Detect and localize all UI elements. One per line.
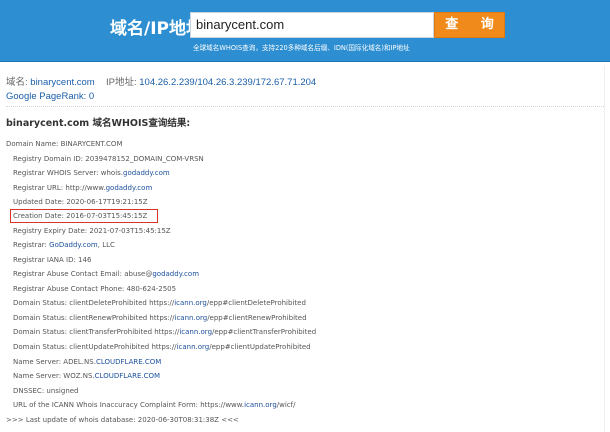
whois-registry-domain-id: Registry Domain ID: 2039478152_DOMAIN_CO… xyxy=(13,155,204,163)
domain-value[interactable]: binarycent.com xyxy=(30,77,94,88)
whois-domain-name: Domain Name: BINARYCENT.COM xyxy=(6,140,123,148)
whois-abuse-phone: Registrar Abuse Contact Phone: 480-624-2… xyxy=(13,285,177,293)
ip-value[interactable]: 104.26.2.239/104.26.3.239/172.67.71.204 xyxy=(139,77,316,88)
whois-status-delete: Domain Status: clientDeleteProhibited ht… xyxy=(13,299,306,307)
creation-date-highlight xyxy=(10,209,158,223)
pagerank-row: Google PageRank: 0 xyxy=(6,90,316,104)
registrar-link[interactable]: GoDaddy.com xyxy=(49,241,98,249)
abuse-email-link[interactable]: godaddy.com xyxy=(152,270,199,278)
divider xyxy=(6,106,604,107)
whois-status-renew: Domain Status: clientRenewProhibited htt… xyxy=(13,314,307,322)
ip-label: IP地址: xyxy=(105,77,137,88)
pagerank-label: Google PageRank: xyxy=(6,91,87,102)
registrar-url-link[interactable]: godaddy.com xyxy=(106,184,153,192)
domain-search-input[interactable]: binarycent.com xyxy=(190,12,434,38)
complaint-form-link[interactable]: icann.org xyxy=(244,401,277,409)
domain-info: 域名: binarycent.com IP地址: 104.26.2.239/10… xyxy=(6,76,316,104)
status-update-link[interactable]: icann.org xyxy=(177,343,210,351)
whois-status-transfer: Domain Status: clientTransferProhibited … xyxy=(13,328,317,336)
whois-dnssec: DNSSEC: unsigned xyxy=(13,387,79,395)
status-delete-link[interactable]: icann.org xyxy=(174,299,207,307)
domain-label: 域名: xyxy=(6,77,28,88)
whois-status-update: Domain Status: clientUpdateProhibited ht… xyxy=(13,343,311,351)
status-transfer-link[interactable]: icann.org xyxy=(179,328,212,336)
domain-ip-row: 域名: binarycent.com IP地址: 104.26.2.239/10… xyxy=(6,76,316,90)
query-button[interactable]: 查 询 xyxy=(434,12,505,38)
whois-updated-date: Updated Date: 2020-06-17T19:21:15Z xyxy=(13,198,148,206)
name-server-1-link[interactable]: CLOUDFLARE.COM xyxy=(96,358,161,366)
whois-abuse-email-line: Registrar Abuse Contact Email: abuse@god… xyxy=(13,270,200,278)
result-title: binarycent.com 域名WHOIS查询结果: xyxy=(6,118,191,129)
whois-server-line: Registrar WHOIS Server: whois.godaddy.co… xyxy=(13,169,170,177)
whois-iana-id: Registrar IANA ID: 146 xyxy=(13,256,92,264)
whois-name-server-1: Name Server: ADEL.NS.CLOUDFLARE.COM xyxy=(13,358,162,366)
whois-last-update: >>> Last update of whois database: 2020-… xyxy=(6,416,239,424)
header-bar: 域名/IP地址: binarycent.com 查 询 全球域名WHOIS查询，… xyxy=(0,0,610,62)
header-subtitle: 全球域名WHOIS查询，支持220多种域名后缀、IDN(国际化域名)和IP地址 xyxy=(193,44,410,52)
whois-registrar-url-line: Registrar URL: http://www.godaddy.com xyxy=(13,184,153,192)
whois-name-server-2: Name Server: WOZ.NS.CLOUDFLARE.COM xyxy=(13,372,161,380)
pagerank-value: 0 xyxy=(88,91,95,102)
name-server-2-link[interactable]: CLOUDFLARE.COM xyxy=(95,372,160,380)
status-renew-link[interactable]: icann.org xyxy=(175,314,208,322)
content-border xyxy=(604,66,605,432)
whois-expiry-date: Registry Expiry Date: 2021-07-03T15:45:1… xyxy=(13,227,171,235)
whois-complaint-url: URL of the ICANN Whois Inaccuracy Compla… xyxy=(13,401,296,409)
whois-server-link[interactable]: godaddy.com xyxy=(123,169,170,177)
whois-registrar-line: Registrar: GoDaddy.com, LLC xyxy=(13,241,115,249)
